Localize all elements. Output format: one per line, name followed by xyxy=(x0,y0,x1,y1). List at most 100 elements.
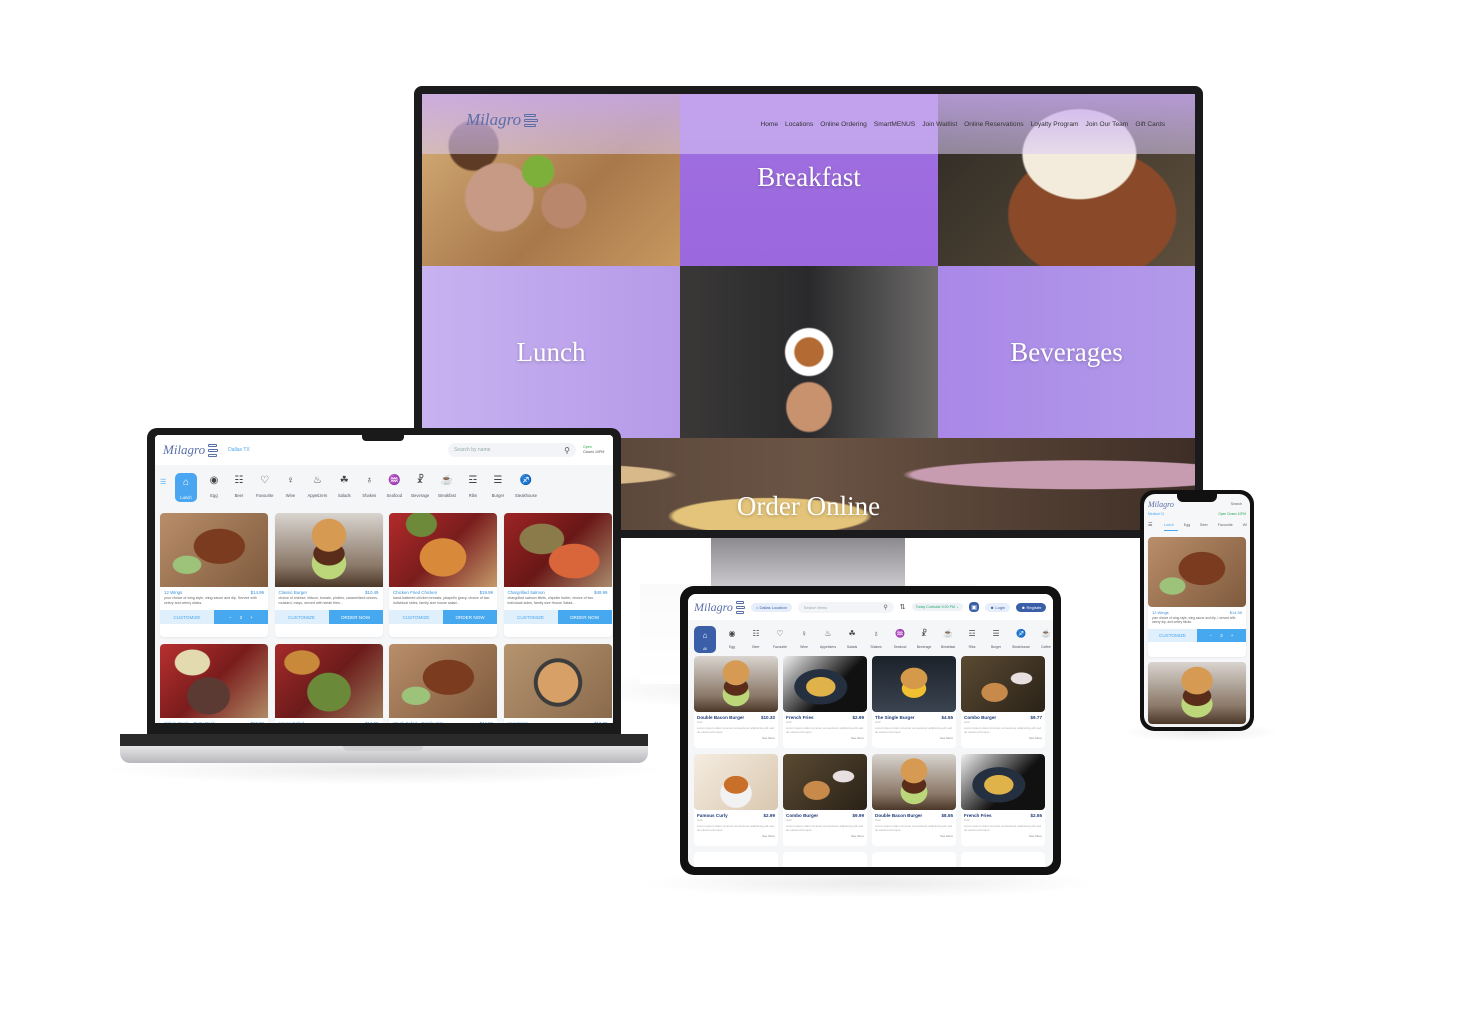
phone-tab-favourite[interactable]: Favourite xyxy=(1218,523,1233,527)
menu-item-card[interactable]: Sirloin Steak – Party Pack $59.99 xyxy=(160,644,268,723)
customize-button[interactable]: CUSTOMIZE xyxy=(160,610,214,625)
location-button[interactable]: ⌂ Dallas Location xyxy=(750,602,792,612)
see-more-link[interactable]: See More xyxy=(694,736,778,740)
nav-join-waitlist[interactable]: Join Waitlist xyxy=(922,121,957,128)
menu-item-card[interactable]: Steak Salad – Family Size $44.99 xyxy=(389,644,497,723)
tablet-menu-item-card-partial[interactable] xyxy=(872,852,956,867)
category-beer[interactable]: ☷ Beer xyxy=(231,473,247,499)
phone-store-status[interactable]: Open Closes 10PM xyxy=(1218,512,1246,516)
quantity-stepper[interactable]: − 2 + xyxy=(1197,628,1246,642)
nav-online-ordering[interactable]: Online Ordering xyxy=(820,121,867,128)
customize-button[interactable]: CUSTOMIZE xyxy=(1148,628,1197,642)
menu-item-card[interactable]: Chicken Fried Chicken $19.99 hand-battered… xyxy=(389,513,497,637)
nav-loyalty-program[interactable]: Loyalty Program xyxy=(1031,121,1079,128)
category-appetizers[interactable]: ♨ Appetizers xyxy=(307,473,327,499)
minus-icon[interactable]: − xyxy=(1210,633,1213,638)
category-burger[interactable]: ☰ Burger xyxy=(490,473,506,499)
category-shakes[interactable]: ♁ Shakes xyxy=(361,473,377,499)
tablet-category-favourite[interactable]: ♡ Favourite xyxy=(772,626,788,650)
category-seafood[interactable]: ♒ Seafood xyxy=(386,473,402,499)
tablet-category-appetizers[interactable]: ♨ Appetizers xyxy=(820,626,836,650)
menu-item-card[interactable]: Classic Burger $10.49 choice of cheese, le… xyxy=(274,513,383,637)
tablet-category-shakes[interactable]: ♁ Shakes xyxy=(868,626,884,650)
phone-location[interactable]: Medical Ct xyxy=(1148,512,1164,516)
see-more-link[interactable]: See More xyxy=(694,834,778,838)
customize-button[interactable]: CUSTOMIZE xyxy=(503,610,558,625)
tablet-category-ribs[interactable]: ☲ Ribs xyxy=(964,626,980,650)
nav-gift-cards[interactable]: Gift Cards xyxy=(1135,121,1165,128)
tablet-category-breakfast[interactable]: ☕ Breakfast xyxy=(940,626,956,650)
tablet-menu-item-card[interactable]: French Fries $2.55 4 oz Lorem ipsum dolor… xyxy=(961,754,1045,846)
see-more-link[interactable]: See More xyxy=(961,736,1045,740)
phone-tab-wi[interactable]: Wi xyxy=(1243,523,1247,527)
nav-join-our-team[interactable]: Join Our Team xyxy=(1086,121,1129,128)
tablet-menu-item-card-partial[interactable] xyxy=(783,852,867,867)
nav-locations[interactable]: Locations xyxy=(785,121,813,128)
tablet-category-beer[interactable]: ☷ Beer xyxy=(748,626,764,650)
category-lunch[interactable]: ⌂ Lunch xyxy=(175,473,197,502)
plus-icon[interactable]: + xyxy=(250,615,253,620)
tile-beverages[interactable]: Beverages xyxy=(938,266,1195,438)
tile-lunch[interactable]: Lunch xyxy=(422,266,680,438)
tablet-category-burger[interactable]: ☰ Burger xyxy=(988,626,1004,650)
tablet-search-input[interactable]: Search items ⚲ xyxy=(797,601,894,613)
category-steakhouse[interactable]: ♐ Steakhouse xyxy=(515,473,537,499)
phone-tab-lunch[interactable]: Lunch xyxy=(1164,523,1174,527)
category-beverage[interactable]: ☧ Beverage xyxy=(411,473,429,499)
tablet-brand-logo[interactable]: Milagro xyxy=(694,600,745,615)
menu-item-card[interactable]: Chargrilled Salmon $49.99 chargrilled salm… xyxy=(503,513,612,637)
order-now-button[interactable]: ORDER NOW xyxy=(443,610,497,625)
menu-item-card[interactable]: House Salad $12.99 xyxy=(274,644,383,723)
tablet-menu-item-card-partial[interactable] xyxy=(961,852,1045,867)
see-more-link[interactable]: See More xyxy=(783,834,867,838)
pickup-time-select[interactable]: Today Curbside 5:00 PM ⌄ xyxy=(911,603,964,611)
order-now-button[interactable]: ORDER NOW xyxy=(328,610,383,625)
tablet-menu-item-card[interactable]: Combo Burger $9.99 4 oz Lorem ipsum dolor… xyxy=(783,754,867,846)
search-input[interactable]: Search by name ⚲ xyxy=(448,443,576,457)
login-button[interactable]: ☻ Login xyxy=(985,602,1011,612)
tablet-category-salads[interactable]: ☘ Salads xyxy=(844,626,860,650)
phone-menu-card-burger[interactable] xyxy=(1148,662,1246,724)
category-egg[interactable]: ◉ Egg xyxy=(206,473,222,499)
tablet-menu-item-card[interactable]: Double Bacon Burger $8.55 4 oz Lorem ipsu… xyxy=(872,754,956,846)
tablet-category-coffee[interactable]: ☕ Coffee xyxy=(1038,626,1053,650)
tablet-category-beverage[interactable]: ☧ Beverage xyxy=(916,626,932,650)
see-more-link[interactable]: See More xyxy=(783,736,867,740)
minus-icon[interactable]: − xyxy=(229,615,232,620)
order-now-button[interactable]: ORDER NOW xyxy=(557,610,612,625)
hamburger-menu-icon[interactable]: ☰ xyxy=(160,478,166,486)
tablet-menu-item-card[interactable]: Double Bacon Burger $10.33 4 oz Lorem ips… xyxy=(694,656,778,748)
laptop-brand-logo[interactable]: Milagro xyxy=(163,442,219,458)
phone-tab-egg[interactable]: Egg xyxy=(1184,523,1190,527)
see-more-link[interactable]: See More xyxy=(961,834,1045,838)
tablet-menu-item-card[interactable]: French Fries $2.99 4 oz Lorem ipsum dolor… xyxy=(783,656,867,748)
tablet-category-egg[interactable]: ◉ Egg xyxy=(724,626,740,650)
nav-smartmenus[interactable]: SmartMENUS xyxy=(874,121,915,128)
quantity-stepper[interactable]: − 2 + xyxy=(214,610,268,625)
hamburger-menu-icon[interactable]: ☰ xyxy=(1148,522,1152,528)
category-salads[interactable]: ☘ Salads xyxy=(336,473,352,499)
cart-button[interactable]: ▣ xyxy=(969,602,980,612)
brand-logo[interactable]: Milagro xyxy=(466,110,539,130)
see-more-link[interactable]: See More xyxy=(872,834,956,838)
category-breakfast[interactable]: ☕ Breakfast xyxy=(438,473,456,499)
nav-online-reservations[interactable]: Online Reservations xyxy=(964,121,1023,128)
category-ribs[interactable]: ☲ Ribs xyxy=(465,473,481,499)
customize-button[interactable]: CUSTOMIZE xyxy=(389,610,443,625)
filter-icon[interactable]: ⇅ xyxy=(900,603,906,611)
phone-tab-beer[interactable]: Beer xyxy=(1200,523,1208,527)
phone-menu-card[interactable]: 12 Wings $14.99 your choice of wing style… xyxy=(1148,537,1246,657)
category-wine[interactable]: ♀ Wine xyxy=(282,473,298,499)
tablet-category-wine[interactable]: ♀ Wine xyxy=(796,626,812,650)
category-favourite[interactable]: ♡ Favourite xyxy=(256,473,273,499)
phone-brand-logo[interactable]: Milagro xyxy=(1148,500,1174,509)
tablet-category-all[interactable]: ⌂ All xyxy=(694,626,716,653)
location-label[interactable]: Dallas TX xyxy=(228,447,250,453)
tablet-menu-item-card-partial[interactable] xyxy=(694,852,778,867)
tablet-category-seafood[interactable]: ♒ Seafood xyxy=(892,626,908,650)
tablet-menu-item-card[interactable]: The Single Burger $4.55 4 oz Lorem ipsum … xyxy=(872,656,956,748)
tablet-category-steakhouse[interactable]: ♐ Steakhouse xyxy=(1012,626,1030,650)
tablet-menu-item-card[interactable]: Combo Burger $9.77 4 oz Lorem ipsum dolor… xyxy=(961,656,1045,748)
menu-item-card[interactable]: 12 Wings $14.99 your choice of wing style,… xyxy=(160,513,268,637)
plus-icon[interactable]: + xyxy=(1231,633,1234,638)
